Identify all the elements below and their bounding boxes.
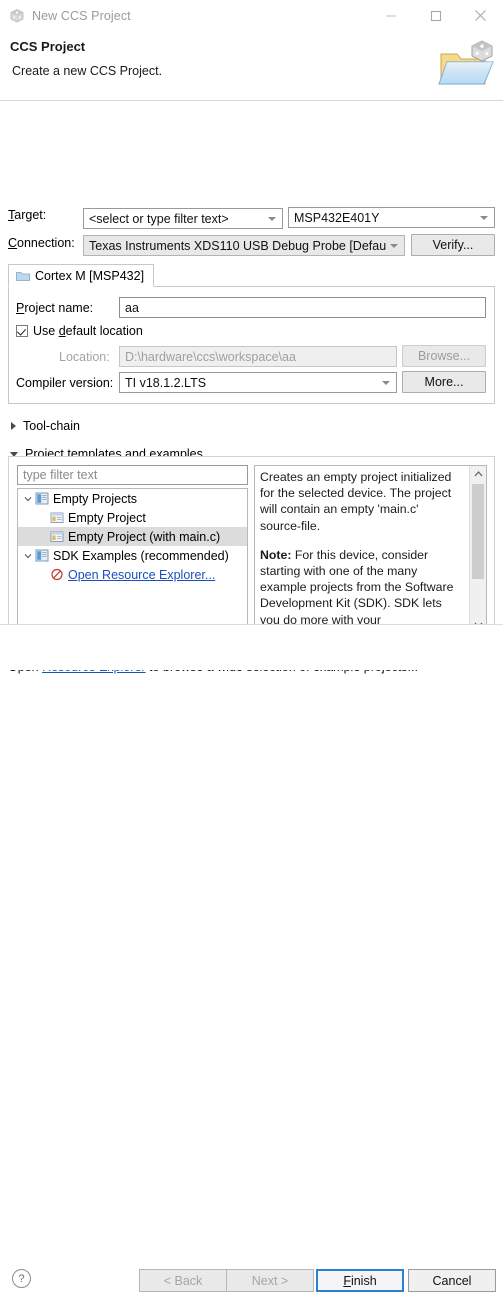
tree-item[interactable]: Open Resource Explorer... (18, 565, 247, 584)
chevron-right-icon (11, 422, 16, 430)
project-icon (50, 530, 64, 543)
tree-item-label: SDK Examples (recommended) (53, 548, 229, 563)
use-default-location-checkbox[interactable]: Use default location (16, 324, 143, 338)
next-button: Next > (226, 1269, 314, 1292)
template-tree[interactable]: Empty Projects Empty Project Empty Project… (17, 488, 248, 634)
description-scrollbar[interactable] (469, 466, 486, 633)
description-paragraph-2: Note: For this device, consider starting… (260, 547, 460, 628)
tree-item-label: Empty Projects (53, 491, 138, 506)
scroll-up-icon[interactable] (470, 466, 486, 482)
help-icon[interactable]: ? (12, 1269, 31, 1288)
chevron-down-icon[interactable] (21, 553, 35, 559)
chevron-down-icon (382, 380, 390, 385)
tree-item[interactable]: Empty Project (18, 508, 247, 527)
tree-item-label[interactable]: Open Resource Explorer... (68, 568, 215, 582)
connection-row: Connection: (8, 236, 75, 250)
description-note-label: Note: (260, 547, 292, 562)
tree-item-label: Empty Project (with main.c) (68, 529, 221, 544)
project-icon (50, 511, 64, 524)
folder-template-icon (35, 549, 49, 562)
window-titlebar: New CCS Project (0, 0, 503, 31)
location-value: D:\hardware\ccs\workspace\aa (125, 349, 296, 364)
chevron-down-icon (268, 216, 276, 221)
target-device-combo[interactable]: MSP432E401Y (288, 207, 495, 228)
chevron-down-icon (480, 215, 488, 220)
checkbox-icon (16, 325, 28, 337)
connection-combo[interactable]: Texas Instruments XDS110 USB Debug Probe… (83, 235, 405, 256)
use-default-location-label: Use default location (33, 324, 143, 338)
connection-label: Connection: (8, 236, 75, 250)
folder-template-icon (35, 492, 49, 505)
template-filter-placeholder: type filter text (23, 468, 98, 482)
location-label: Location: (59, 350, 110, 364)
page-title: CCS Project (10, 39, 86, 54)
verify-button[interactable]: Verify... (411, 234, 495, 256)
target-row: Target: (8, 208, 46, 222)
resource-explorer-icon (50, 568, 64, 581)
wizard-header: CCS Project Create a new CCS Project. (0, 31, 503, 101)
window-controls (368, 0, 503, 31)
target-filter-combo[interactable]: <select or type filter text> (83, 208, 283, 229)
cancel-button[interactable]: Cancel (408, 1269, 496, 1292)
toolchain-expander[interactable]: Tool-chain (11, 419, 80, 433)
project-name-label: Project name: (16, 301, 94, 315)
template-description-text: Creates an empty project initialized for… (260, 469, 460, 628)
ccs-cube-icon (9, 8, 25, 24)
page-subtitle: Create a new CCS Project. (12, 64, 163, 78)
description-paragraph-1: Creates an empty project initialized for… (260, 470, 452, 533)
more-button[interactable]: More... (402, 371, 486, 393)
tab-label: Cortex M [MSP432] (35, 268, 145, 283)
chevron-down-icon[interactable] (21, 496, 35, 502)
location-input: D:\hardware\ccs\workspace\aa (119, 346, 397, 367)
target-label: Target: (8, 208, 47, 222)
close-button[interactable] (458, 0, 503, 31)
tree-item[interactable]: Empty Projects (18, 489, 247, 508)
tree-item[interactable]: SDK Examples (recommended) (18, 546, 247, 565)
project-name-value: aa (125, 300, 139, 315)
finish-label: Finish (343, 1273, 377, 1288)
compiler-version-combo[interactable]: TI v18.1.2.LTS (119, 372, 397, 393)
finish-button[interactable]: Finish (316, 1269, 404, 1292)
window-title: New CCS Project (32, 8, 131, 23)
scrollbar-thumb[interactable] (472, 484, 484, 579)
chevron-down-icon (390, 243, 398, 248)
toolchain-tabgroup: Cortex M [MSP432] Project name: aa Use d… (8, 264, 495, 404)
template-filter-input[interactable]: type filter text (17, 465, 248, 485)
project-name-input[interactable]: aa (119, 297, 486, 318)
template-description-panel: Creates an empty project initialized for… (254, 465, 487, 634)
tree-item[interactable]: Empty Project (with main.c) (18, 527, 247, 546)
new-project-folder-icon (435, 38, 497, 94)
target-filter-value: <select or type filter text> (89, 211, 229, 226)
compiler-version-label: Compiler version: (16, 376, 114, 390)
maximize-button[interactable] (413, 0, 458, 31)
wizard-footer: ? < Back Next > Finish Cancel (0, 625, 503, 1292)
templates-panel: type filter text Empty Projects Empty Pro… (8, 456, 495, 648)
compiler-version-value: TI v18.1.2.LTS (125, 375, 207, 390)
tree-item-label: Empty Project (68, 510, 146, 525)
wizard-body: Target: <select or type filter text> MSP… (0, 101, 503, 674)
back-button: < Back (139, 1269, 227, 1292)
target-device-value: MSP432E401Y (294, 210, 380, 225)
toolchain-label: Tool-chain (23, 419, 80, 433)
minimize-button[interactable] (368, 0, 413, 31)
tab-cortex-m-msp432[interactable]: Cortex M [MSP432] (8, 264, 155, 287)
folder-icon (16, 270, 30, 282)
tab-panel: Project name: aa Use default location Lo… (8, 286, 495, 404)
connection-value: Texas Instruments XDS110 USB Debug Probe… (89, 238, 387, 253)
browse-button: Browse... (402, 345, 486, 367)
